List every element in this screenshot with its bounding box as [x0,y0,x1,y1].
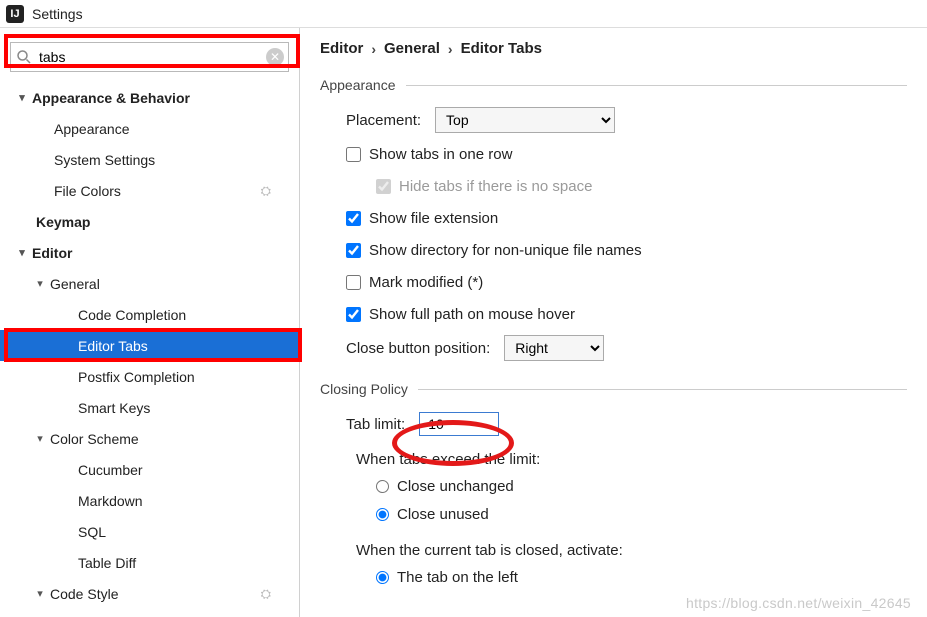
clear-search-icon[interactable]: ✕ [266,48,284,66]
sidebar-item-editor-tabs[interactable]: Editor Tabs [0,330,299,361]
gear-icon: ⛭ [261,586,271,602]
show-tabs-one-row-checkbox[interactable] [346,147,361,162]
chevron-down-icon[interactable]: ▾ [12,91,32,104]
tab-left-label: The tab on the left [397,569,518,586]
sidebar-item-smart-keys[interactable]: Smart Keys [0,392,299,423]
sidebar-item-general[interactable]: ▾General [0,268,299,299]
close-unused-radio[interactable] [376,508,389,521]
search-input[interactable] [10,42,289,72]
search-icon [16,49,32,65]
sidebar: ✕ ▾Appearance & BehaviorAppearanceSystem… [0,28,300,617]
sidebar-item-file-colors[interactable]: File Colors ⛭ [0,175,299,206]
close-unchanged-label: Close unchanged [397,478,514,495]
tree-item-label: Table Diff [78,555,136,571]
tab-left-radio[interactable] [376,571,389,584]
section-appearance: Appearance [320,77,396,93]
window-title: Settings [32,6,83,22]
sidebar-item-markdown[interactable]: Markdown [0,485,299,516]
close-button-pos-label: Close button position: [346,340,490,357]
close-unchanged-radio[interactable] [376,480,389,493]
tree-item-label: Postfix Completion [78,369,195,385]
tree-item-label: Keymap [36,214,90,230]
show-file-ext-label: Show file extension [369,210,498,227]
tree-item-label: Appearance & Behavior [32,90,190,106]
mark-modified-label: Mark modified (*) [369,274,483,291]
tree-item-label: Appearance [54,121,130,137]
tree-item-label: SQL [78,524,106,540]
sidebar-item-table-diff[interactable]: Table Diff [0,547,299,578]
breadcrumb-item: Editor Tabs [461,40,542,57]
tree-item-label: Editor [32,245,72,261]
chevron-right-icon: › [448,41,453,57]
search-wrap: ✕ [10,42,289,72]
sidebar-item-appearance[interactable]: Appearance [0,113,299,144]
sidebar-item-keymap[interactable]: Keymap [0,206,299,237]
breadcrumb-item[interactable]: Editor [320,40,363,57]
show-full-path-label: Show full path on mouse hover [369,306,575,323]
section-closing-policy: Closing Policy [320,381,408,397]
sidebar-item-editor[interactable]: ▾Editor [0,237,299,268]
show-directory-label: Show directory for non-unique file names [369,242,642,259]
tree-item-label: Color Scheme [50,431,139,447]
sidebar-item-code-style[interactable]: ▾Code Style ⛭ [0,578,299,609]
chevron-down-icon[interactable]: ▾ [30,432,50,445]
tree-item-label: Smart Keys [78,400,150,416]
sidebar-item-cucumber[interactable]: Cucumber [0,454,299,485]
sidebar-item-sql[interactable]: SQL [0,516,299,547]
gear-icon: ⛭ [261,183,271,199]
chevron-down-icon[interactable]: ▾ [30,277,50,290]
exceed-limit-heading: When tabs exceed the limit: [356,451,907,468]
tree-item-label: Code Completion [78,307,186,323]
hide-tabs-nospace-checkbox [376,179,391,194]
close-button-pos-select[interactable]: Right [504,335,604,361]
tree-item-label: Code Style [50,586,118,602]
sidebar-item-appearance-behavior[interactable]: ▾Appearance & Behavior [0,82,299,113]
watermark-text: https://blog.csdn.net/weixin_42645 [686,595,911,611]
sidebar-item-color-scheme[interactable]: ▾Color Scheme [0,423,299,454]
closed-activate-heading: When the current tab is closed, activate… [356,542,907,559]
sidebar-item-code-completion[interactable]: Code Completion [0,299,299,330]
main-panel: Editor › General › Editor Tabs Appearanc… [300,28,927,617]
mark-modified-checkbox[interactable] [346,275,361,290]
tab-limit-label: Tab limit: [346,416,405,433]
placement-label: Placement: [346,112,421,129]
sidebar-item-system-settings[interactable]: System Settings [0,144,299,175]
breadcrumb-item[interactable]: General [384,40,440,57]
hide-tabs-nospace-label: Hide tabs if there is no space [399,178,592,195]
show-full-path-checkbox[interactable] [346,307,361,322]
show-tabs-one-row-label: Show tabs in one row [369,146,512,163]
breadcrumb: Editor › General › Editor Tabs [320,40,907,57]
tab-limit-input[interactable] [419,412,499,436]
tree-item-label: File Colors [54,183,121,199]
sidebar-item-postfix-completion[interactable]: Postfix Completion [0,361,299,392]
placement-select[interactable]: Top [435,107,615,133]
tree-item-label: Cucumber [78,462,143,478]
chevron-down-icon[interactable]: ▾ [30,587,50,600]
chevron-right-icon: › [371,41,376,57]
tree-item-label: System Settings [54,152,155,168]
tree-item-label: General [50,276,100,292]
show-file-ext-checkbox[interactable] [346,211,361,226]
tree-item-label: Markdown [78,493,143,509]
app-icon: IJ [6,5,24,23]
chevron-down-icon[interactable]: ▾ [12,246,32,259]
show-directory-checkbox[interactable] [346,243,361,258]
close-unused-label: Close unused [397,506,489,523]
tree-item-label: Editor Tabs [78,338,148,354]
